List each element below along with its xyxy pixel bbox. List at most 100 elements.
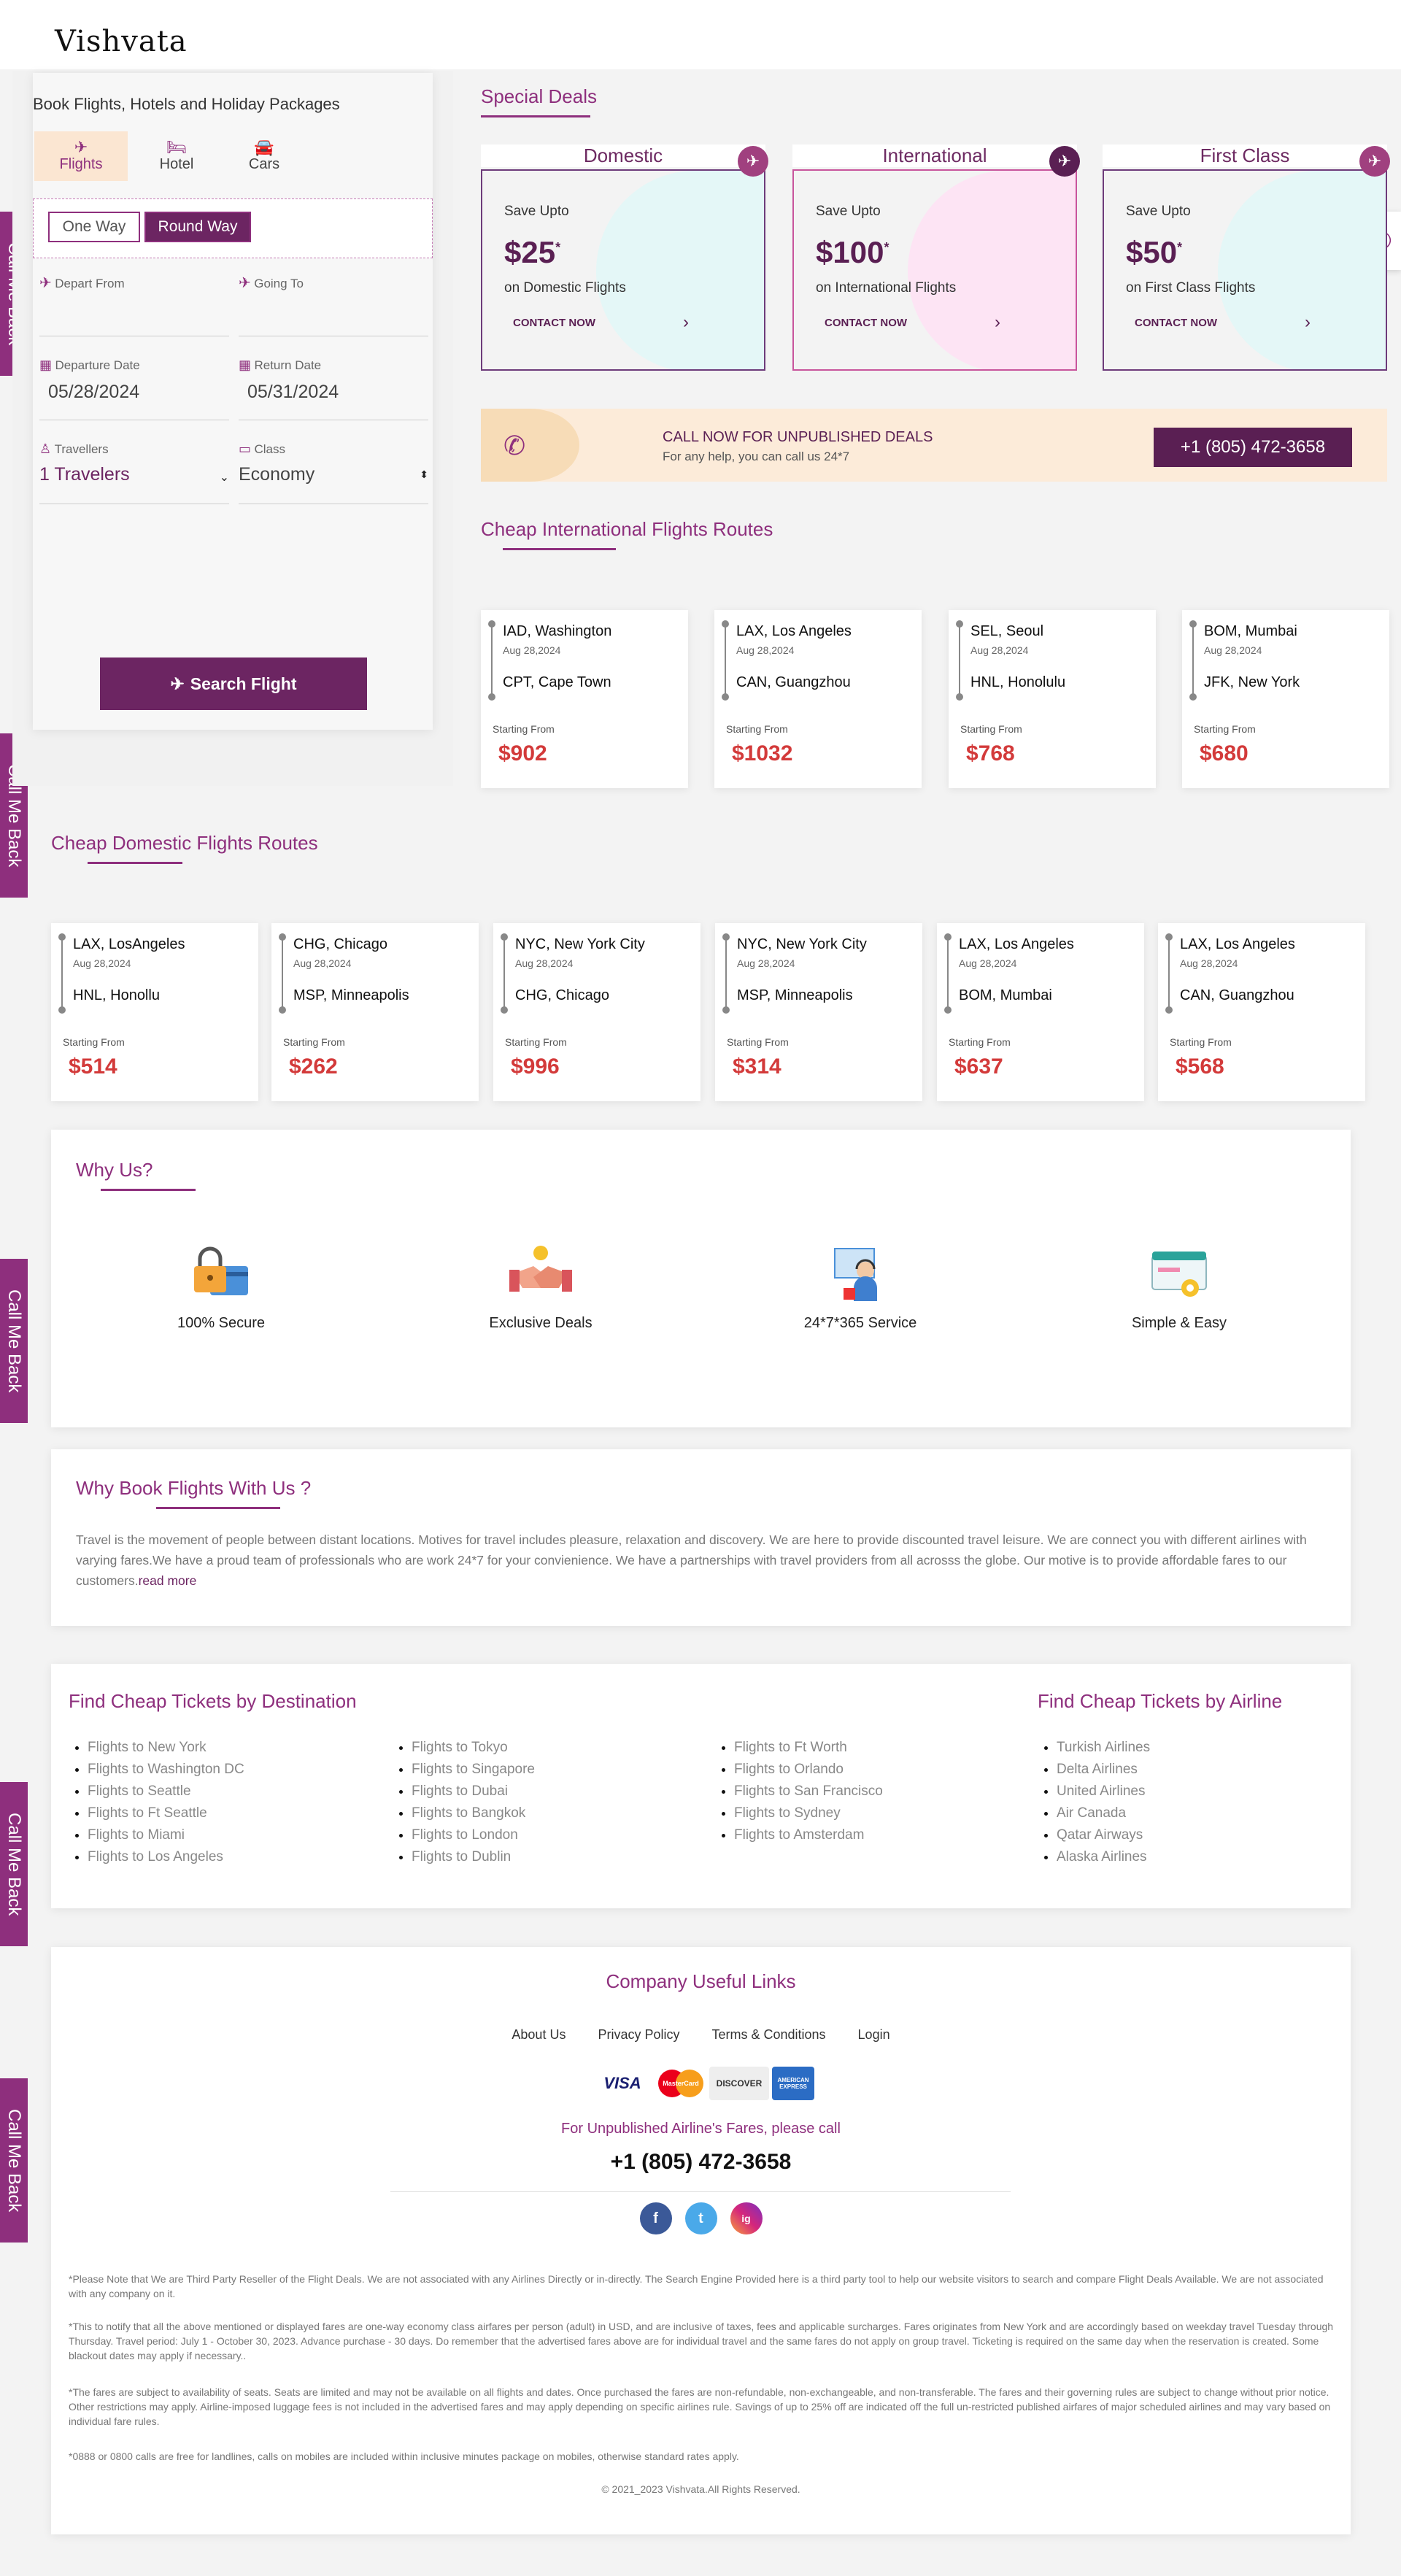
destination-list: Flights to Ft WorthFlights to OrlandoFli… bbox=[715, 1737, 883, 1846]
deal-card-first-class[interactable]: Save Upto $50* on First Class Flights CO… bbox=[1103, 169, 1387, 371]
call-me-back-tab[interactable]: Call Me Back bbox=[0, 1259, 28, 1423]
special-deals-section: Special Deals bbox=[481, 85, 597, 117]
deal-card-domestic[interactable]: Save Upto $25* on Domestic Flights CONTA… bbox=[481, 169, 765, 371]
list-item[interactable]: Flights to San Francisco bbox=[734, 1781, 883, 1802]
about-us-link[interactable]: About Us bbox=[512, 2027, 566, 2043]
list-item[interactable]: Qatar Airways bbox=[1057, 1824, 1150, 1846]
privacy-policy-link[interactable]: Privacy Policy bbox=[598, 2027, 679, 2043]
route-card[interactable]: CHG, Chicago Aug 28,2024 MSP, Minneapolis S… bbox=[271, 923, 479, 1101]
disclaimer-text: *This to notify that all the above menti… bbox=[69, 2321, 1334, 2361]
disclaimer-text: *Please Note that We are Third Party Res… bbox=[69, 2273, 1324, 2299]
deal-title: International bbox=[792, 144, 1077, 167]
return-date-field[interactable]: ▦ Return Date 05/31/2024 bbox=[239, 358, 428, 403]
list-item[interactable]: Flights to Dubai bbox=[412, 1781, 535, 1802]
list-item[interactable]: Flights to Singapore bbox=[412, 1759, 535, 1781]
departure-date-field[interactable]: ▦ Departure Date 05/28/2024 bbox=[39, 358, 229, 403]
starting-from-label: Starting From bbox=[283, 1036, 345, 1048]
deal-card-international[interactable]: Save Upto $100* on International Flights… bbox=[792, 169, 1077, 371]
route-destination: BOM, Mumbai bbox=[959, 987, 1052, 1003]
terms-link[interactable]: Terms & Conditions bbox=[711, 2027, 825, 2043]
tab-cars[interactable]: 🚘 Cars bbox=[217, 131, 311, 181]
call-me-back-tab[interactable]: Call Me Back bbox=[0, 1782, 28, 1946]
tab-hotel[interactable]: 🛏 Hotel bbox=[130, 131, 223, 181]
list-item[interactable]: Flights to Ft Worth bbox=[734, 1737, 883, 1759]
handshake-icon bbox=[509, 1246, 572, 1292]
route-card[interactable]: IAD, Washington Aug 28,2024 CPT, Cape Town… bbox=[481, 610, 688, 788]
route-price: $514 bbox=[69, 1054, 117, 1079]
list-item[interactable]: Flights to Orlando bbox=[734, 1759, 883, 1781]
route-date: Aug 28,2024 bbox=[515, 957, 574, 969]
route-price: $262 bbox=[289, 1054, 338, 1079]
route-card[interactable]: LAX, Los Angeles Aug 28,2024 CAN, Guangzho… bbox=[714, 610, 922, 788]
round-way-button[interactable]: Round Way bbox=[144, 212, 251, 242]
one-way-button[interactable]: One Way bbox=[48, 212, 140, 242]
social-links: f t ig bbox=[51, 2202, 1351, 2234]
route-card[interactable]: LAX, LosAngeles Aug 28,2024 HNL, Honollu St… bbox=[51, 923, 258, 1101]
payment-logos: VISA MasterCard DISCOVER AMERICAN EXPRES… bbox=[593, 2067, 814, 2100]
heading-underline bbox=[481, 115, 590, 117]
route-card[interactable]: NYC, New York City Aug 28,2024 CHG, Chicag… bbox=[493, 923, 700, 1101]
route-dot bbox=[956, 620, 963, 628]
twitter-icon[interactable]: t bbox=[684, 2202, 717, 2234]
why-book-heading: Why Book Flights With Us ? bbox=[76, 1477, 311, 1509]
list-item[interactable]: Alaska Airlines bbox=[1057, 1846, 1150, 1868]
contact-now-link[interactable]: CONTACT NOW bbox=[513, 317, 595, 329]
deal-save-text: Save Upto bbox=[1126, 204, 1191, 219]
list-item[interactable]: Air Canada bbox=[1057, 1802, 1150, 1824]
list-item[interactable]: United Airlines bbox=[1057, 1781, 1150, 1802]
route-card[interactable]: LAX, Los Angeles Aug 28,2024 BOM, Mumbai St… bbox=[937, 923, 1144, 1101]
contact-now-link[interactable]: CONTACT NOW bbox=[1135, 317, 1217, 329]
car-icon: 🚘 bbox=[254, 138, 274, 156]
list-item[interactable]: Flights to Bangkok bbox=[412, 1802, 535, 1824]
contact-now-link[interactable]: CONTACT NOW bbox=[825, 317, 907, 329]
route-dot bbox=[58, 933, 66, 941]
list-item[interactable]: Flights to Dublin bbox=[412, 1846, 535, 1868]
tab-flights[interactable]: ✈ Flights bbox=[34, 131, 128, 181]
facebook-icon[interactable]: f bbox=[639, 2202, 672, 2234]
route-date: Aug 28,2024 bbox=[73, 957, 131, 969]
call-phone-button[interactable]: +1 (805) 472-3658 bbox=[1154, 428, 1352, 467]
list-item[interactable]: Flights to New York bbox=[88, 1737, 244, 1759]
depart-from-field[interactable]: ✈ Depart From bbox=[39, 274, 229, 292]
list-item[interactable]: Flights to Sydney bbox=[734, 1802, 883, 1824]
route-card[interactable]: NYC, New York City Aug 28,2024 MSP, Minnea… bbox=[715, 923, 922, 1101]
list-item[interactable]: Flights to Seattle bbox=[88, 1781, 244, 1802]
instagram-icon[interactable]: ig bbox=[730, 2202, 763, 2234]
list-item[interactable]: Flights to Los Angeles bbox=[88, 1846, 244, 1868]
route-dot bbox=[1189, 693, 1197, 701]
search-flight-button[interactable]: ✈ Search Flight bbox=[100, 658, 367, 710]
list-item[interactable]: Flights to Miami bbox=[88, 1824, 244, 1846]
chevron-right-icon[interactable]: › bbox=[1305, 312, 1311, 333]
read-more-link[interactable]: read more bbox=[139, 1573, 197, 1588]
deal-price: $25* bbox=[504, 235, 561, 269]
chevron-down-icon: ⌄ bbox=[219, 471, 229, 484]
list-item[interactable]: Flights to London bbox=[412, 1824, 535, 1846]
chevron-right-icon[interactable]: › bbox=[995, 312, 1000, 333]
section-heading: Why Book Flights With Us ? bbox=[76, 1477, 312, 1499]
route-card[interactable]: SEL, Seoul Aug 28,2024 HNL, Honolulu Starti… bbox=[949, 610, 1156, 788]
login-link[interactable]: Login bbox=[858, 2027, 890, 2043]
list-item[interactable]: Flights to Ft Seattle bbox=[88, 1802, 244, 1824]
list-item[interactable]: Flights to Tokyo bbox=[412, 1737, 535, 1759]
starting-from-label: Starting From bbox=[949, 1036, 1011, 1048]
list-item[interactable]: Delta Airlines bbox=[1057, 1759, 1150, 1781]
feature-service: 24*7*365 Service bbox=[751, 1244, 970, 1332]
chevron-right-icon[interactable]: › bbox=[683, 312, 689, 333]
disclaimer-text: *The fares are subject to availability o… bbox=[69, 2386, 1331, 2427]
starting-from-label: Starting From bbox=[960, 723, 1022, 735]
site-logo[interactable]: Vishvata bbox=[55, 25, 188, 58]
list-item[interactable]: Flights to Amsterdam bbox=[734, 1824, 883, 1846]
deal-title: Domestic bbox=[481, 144, 765, 167]
route-card[interactable]: LAX, Los Angeles Aug 28,2024 CAN, Guangzho… bbox=[1158, 923, 1365, 1101]
call-banner-title: CALL NOW FOR UNPUBLISHED DEALS bbox=[663, 429, 933, 445]
travellers-field[interactable]: ♙ Travellers 1 Travelers ⌄ bbox=[39, 441, 229, 485]
call-me-back-tab[interactable]: Call Me Back bbox=[0, 2078, 28, 2243]
route-dot bbox=[488, 693, 495, 701]
route-card[interactable]: BOM, Mumbai Aug 28,2024 JFK, New York Start… bbox=[1182, 610, 1389, 788]
list-item[interactable]: Flights to Washington DC bbox=[88, 1759, 244, 1781]
footer-phone[interactable]: +1 (805) 472-3658 bbox=[51, 2150, 1351, 2175]
route-price: $902 bbox=[498, 741, 547, 766]
going-to-field[interactable]: ✈ Going To bbox=[239, 274, 428, 292]
class-select[interactable]: ▭ Class Economy ⬍ bbox=[239, 441, 428, 485]
list-item[interactable]: Turkish Airlines bbox=[1057, 1737, 1150, 1759]
